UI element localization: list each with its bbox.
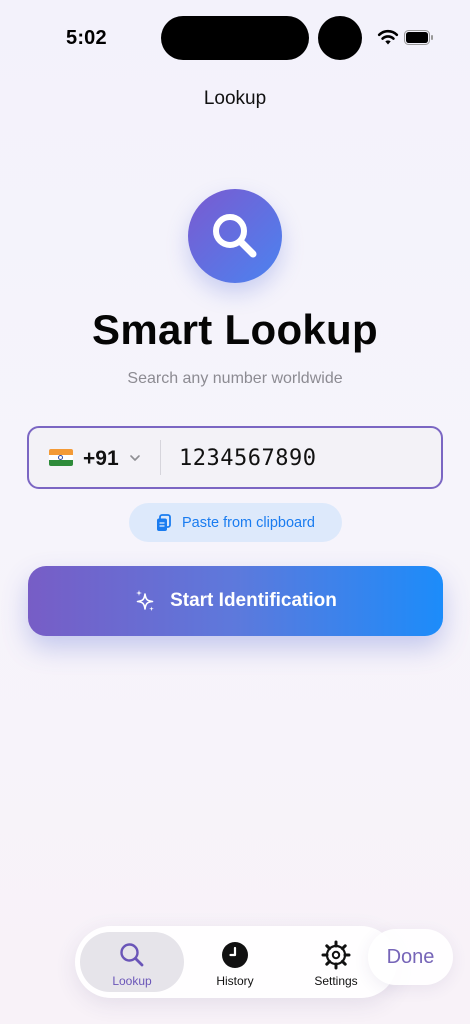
field-divider bbox=[160, 440, 161, 475]
tab-lookup[interactable]: Lookup bbox=[80, 932, 184, 992]
tab-label: Lookup bbox=[112, 974, 152, 988]
tab-bar: Lookup History Settings bbox=[75, 926, 397, 998]
start-identification-button[interactable]: Start Identification bbox=[28, 566, 443, 636]
paste-from-clipboard-button[interactable]: Paste from clipboard bbox=[129, 503, 342, 542]
india-flag-icon bbox=[49, 449, 73, 466]
tab-history[interactable]: History bbox=[183, 932, 287, 992]
phone-number-input[interactable] bbox=[179, 442, 429, 474]
phone-number-field: +91 bbox=[27, 426, 443, 489]
clipboard-icon bbox=[157, 513, 171, 531]
start-button-label: Start Identification bbox=[170, 590, 337, 611]
battery-icon bbox=[404, 30, 433, 45]
dynamic-island bbox=[161, 16, 309, 60]
sparkles-icon bbox=[136, 590, 154, 612]
search-icon bbox=[120, 943, 144, 967]
country-code-selector[interactable]: +91 bbox=[29, 428, 159, 487]
search-icon bbox=[213, 214, 257, 258]
hero-subtitle: Search any number worldwide bbox=[127, 370, 343, 387]
status-time: 5:02 bbox=[66, 27, 107, 49]
gear-icon bbox=[321, 940, 351, 970]
chevron-down-icon bbox=[130, 455, 140, 461]
clock-icon bbox=[222, 942, 248, 968]
nav-title: Lookup bbox=[203, 88, 267, 109]
tab-label: Settings bbox=[314, 974, 358, 988]
paste-button-label: Paste from clipboard bbox=[182, 514, 315, 531]
done-button[interactable]: Done bbox=[368, 929, 453, 985]
dial-code: +91 bbox=[83, 447, 119, 470]
wifi-icon bbox=[377, 29, 399, 45]
tab-label: History bbox=[216, 974, 254, 988]
hero-search-badge bbox=[188, 189, 282, 283]
status-bar: 5:02 bbox=[0, 0, 470, 76]
hero-title: Smart Lookup bbox=[92, 306, 378, 353]
camera-cutout bbox=[318, 16, 362, 60]
